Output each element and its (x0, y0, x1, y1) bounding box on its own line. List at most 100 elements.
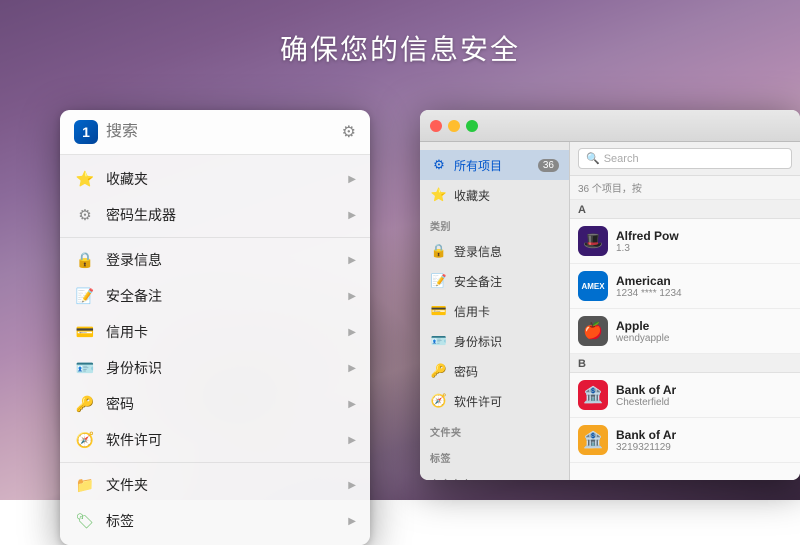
sidebar-item-all[interactable]: ⚙ 所有项目 36 (420, 150, 569, 180)
sidebar-item-notes[interactable]: 📝 安全备注 (420, 266, 569, 296)
popup-item-notes[interactable]: 📝安全备注▶ (60, 278, 370, 314)
sidebar-item-software[interactable]: 🧭 软件许可 (420, 386, 569, 416)
list-item-name-alfred: Alfred Pow (616, 229, 792, 243)
popup-item-arrow-tags: ▶ (348, 516, 356, 527)
popup-logo: 1 (74, 120, 98, 144)
sidebar-item-favorites[interactable]: ⭐ 收藏夹 (420, 180, 569, 210)
list-item-name-apple: Apple (616, 319, 792, 333)
sidebar-all-badge: 36 (538, 159, 559, 172)
list-item-sub-bankofamerica: Chesterfield (616, 397, 792, 408)
list-item-bankofar2[interactable]: 🏦 Bank of Ar 3219321129 (570, 418, 800, 463)
sidebar-label-software: 软件许可 (454, 393, 559, 410)
popup-item-arrow-cards: ▶ (348, 327, 356, 338)
sidebar-item-passwords[interactable]: 🔑 密码 (420, 356, 569, 386)
popup-menu: 1 ⚙ ⭐收藏夹▶⚙密码生成器▶🔒登录信息▶📝安全备注▶💳信用卡▶🪪身份标识▶🔑… (60, 110, 370, 545)
sidebar-tag-label: 标签 (420, 442, 569, 468)
sidebar-category-label: 类别 (420, 210, 569, 236)
popup-item-cards[interactable]: 💳信用卡▶ (60, 314, 370, 350)
window-titlebar (420, 110, 800, 142)
traffic-light-minimize[interactable] (448, 120, 460, 132)
popup-gear-icon[interactable]: ⚙ (342, 122, 356, 142)
popup-item-arrow-identity: ▶ (348, 363, 356, 374)
list-item-sub-apple: wendyapple (616, 333, 792, 344)
main-search-box[interactable]: 🔍 Search (578, 148, 792, 169)
list-item-alfred[interactable]: 🎩 Alfred Pow 1.3 (570, 219, 800, 264)
list-section-A: A (570, 200, 800, 219)
popup-item-label-passwords: 密码 (106, 394, 348, 414)
popup-item-software[interactable]: 🧭软件许可▶ (60, 422, 370, 458)
popup-item-label-tags: 标签 (106, 511, 348, 531)
sidebar-label-notes: 安全备注 (454, 273, 559, 290)
main-search-placeholder: Search (604, 153, 639, 165)
list-item-icon-bankofamerica: 🏦 (578, 380, 608, 410)
popup-item-icon-notes: 📝 (74, 285, 96, 307)
traffic-light-close[interactable] (430, 120, 442, 132)
popup-item-favorites[interactable]: ⭐收藏夹▶ (60, 161, 370, 197)
popup-item-icon-tags: 🏷 (74, 510, 96, 532)
sidebar-all-label: 所有项目 (454, 157, 538, 174)
popup-item-icon-folders: 📁 (74, 474, 96, 496)
popup-divider (60, 237, 370, 238)
popup-item-icon-logins: 🔒 (74, 249, 96, 271)
popup-item-password-gen[interactable]: ⚙ 密码生成器▶ (60, 197, 370, 233)
popup-item-label-cards: 信用卡 (106, 322, 348, 342)
popup-item-arrow-logins: ▶ (348, 255, 356, 266)
list-item-icon-bankofar2: 🏦 (578, 425, 608, 455)
popup-items-list: ⭐收藏夹▶⚙密码生成器▶🔒登录信息▶📝安全备注▶💳信用卡▶🪪身份标识▶🔑密码▶🧭… (60, 155, 370, 545)
traffic-light-maximize[interactable] (466, 120, 478, 132)
sidebar-all-icon: ⚙ (430, 156, 448, 174)
list-item-sub-amex: 1234 **** 1234 (616, 288, 792, 299)
popup-item-passwords[interactable]: 🔑密码▶ (60, 386, 370, 422)
sidebar-fav-label: 收藏夹 (454, 187, 559, 204)
list-item-info-bankofamerica: Bank of Ar Chesterfield (616, 383, 792, 408)
list-item-icon-amex: AMEX (578, 271, 608, 301)
list-item-info-apple: Apple wendyapple (616, 319, 792, 344)
popup-item-label-notes: 安全备注 (106, 286, 348, 306)
sidebar-item-identity[interactable]: 🪪 身份标识 (420, 326, 569, 356)
list-item-icon-alfred: 🎩 (578, 226, 608, 256)
sidebar-folder-label: 文件夹 (420, 416, 569, 442)
sidebar-item-logins[interactable]: 🔒 登录信息 (420, 236, 569, 266)
popup-item-icon-password-gen: ⚙ (74, 204, 96, 226)
popup-item-label-software: 软件许可 (106, 430, 348, 450)
page-title: 确保您的信息安全 (0, 28, 800, 68)
sidebar-icon-cards: 💳 (430, 302, 448, 320)
content-toolbar: 🔍 Search (570, 142, 800, 176)
sidebar-icon-notes: 📝 (430, 272, 448, 290)
window-body: ⚙ 所有项目 36 ⭐ 收藏夹 类别 🔒 登录信息 📝 安全备注 💳 信用卡 🪪… (420, 142, 800, 480)
popup-item-icon-identity: 🪪 (74, 357, 96, 379)
list-item-bankofamerica[interactable]: 🏦 Bank of Ar Chesterfield (570, 373, 800, 418)
main-window: ⚙ 所有项目 36 ⭐ 收藏夹 类别 🔒 登录信息 📝 安全备注 💳 信用卡 🪪… (420, 110, 800, 480)
list-item-name-bankofamerica: Bank of Ar (616, 383, 792, 397)
popup-search-input[interactable] (106, 123, 342, 141)
list-item-sub-bankofar2: 3219321129 (616, 442, 792, 453)
popup-item-label-password-gen: 密码生成器 (106, 205, 348, 225)
list-item-amex[interactable]: AMEX American 1234 **** 1234 (570, 264, 800, 309)
window-sidebar: ⚙ 所有项目 36 ⭐ 收藏夹 类别 🔒 登录信息 📝 安全备注 💳 信用卡 🪪… (420, 142, 570, 480)
list-item-sub-alfred: 1.3 (616, 243, 792, 254)
popup-item-logins[interactable]: 🔒登录信息▶ (60, 242, 370, 278)
sidebar-label-passwords: 密码 (454, 363, 559, 380)
list-item-info-bankofar2: Bank of Ar 3219321129 (616, 428, 792, 453)
sidebar-label-cards: 信用卡 (454, 303, 559, 320)
list-section-B: B (570, 354, 800, 373)
sidebar-icon-passwords: 🔑 (430, 362, 448, 380)
popup-item-icon-favorites: ⭐ (74, 168, 96, 190)
list-item-apple[interactable]: 🍎 Apple wendyapple (570, 309, 800, 354)
sidebar-item-cards[interactable]: 💳 信用卡 (420, 296, 569, 326)
list-item-icon-apple: 🍎 (578, 316, 608, 346)
popup-item-label-favorites: 收藏夹 (106, 169, 348, 189)
popup-item-arrow-folders: ▶ (348, 480, 356, 491)
sidebar-audit-label: 安全审查 (420, 468, 569, 480)
items-list[interactable]: A 🎩 Alfred Pow 1.3 AMEX American 1234 **… (570, 200, 800, 480)
popup-item-arrow-password-gen: ▶ (348, 210, 356, 221)
popup-item-label-identity: 身份标识 (106, 358, 348, 378)
list-item-name-bankofar2: Bank of Ar (616, 428, 792, 442)
popup-item-folders[interactable]: 📁 文件夹▶ (60, 467, 370, 503)
list-item-info-alfred: Alfred Pow 1.3 (616, 229, 792, 254)
popup-item-identity[interactable]: 🪪 身份标识▶ (60, 350, 370, 386)
sidebar-label-logins: 登录信息 (454, 243, 559, 260)
popup-item-label-folders: 文件夹 (106, 475, 348, 495)
popup-item-tags[interactable]: 🏷 标签▶ (60, 503, 370, 539)
sidebar-fav-icon: ⭐ (430, 186, 448, 204)
